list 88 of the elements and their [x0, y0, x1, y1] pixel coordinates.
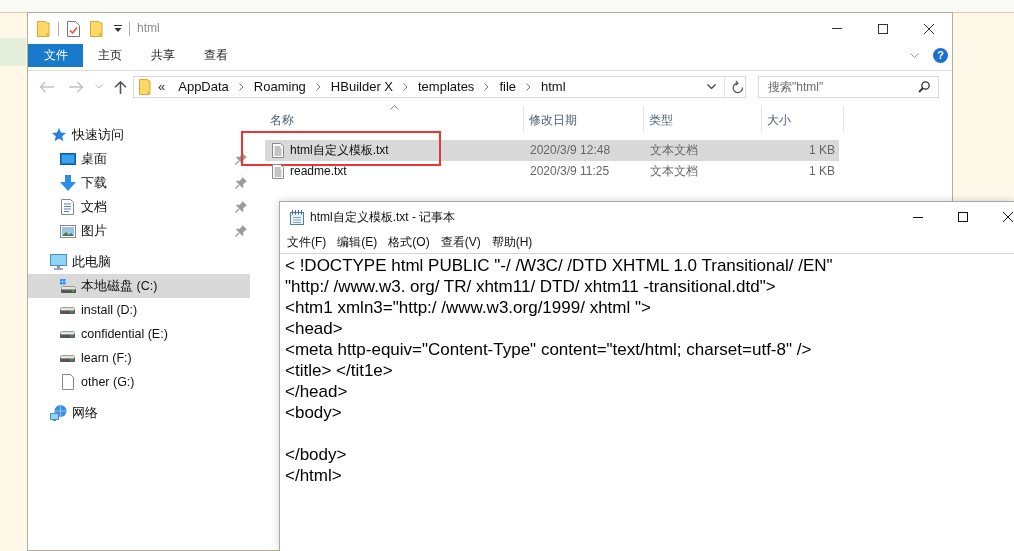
menu-item[interactable]: 格式(O): [383, 232, 435, 253]
ribbon-tab[interactable]: 查看: [189, 44, 242, 67]
ribbon-tab[interactable]: 共享: [136, 44, 189, 67]
computer-icon: [50, 254, 67, 270]
chevron-right-icon: [238, 82, 244, 91]
file-row[interactable]: readme.txt 2020/3/9 11:25 文本文档 1 KB: [265, 161, 839, 182]
document-icon: [61, 199, 74, 215]
menu-item[interactable]: 编辑(E): [332, 232, 383, 253]
nav-item[interactable]: other (G:): [28, 370, 250, 394]
properties-check-icon: [67, 20, 80, 37]
back-arrow-icon: [38, 80, 54, 93]
window-title: html自定义模板.txt - 记事本: [310, 209, 456, 225]
up-arrow-icon: [113, 79, 127, 94]
notepad-icon: [290, 209, 304, 225]
dropdown-icon: [114, 25, 122, 32]
breadcrumb[interactable]: templates: [408, 76, 485, 97]
file-row[interactable]: html自定义模板.txt 2020/3/9 12:48 文本文档 1 KB: [265, 140, 839, 161]
breadcrumb[interactable]: html: [531, 76, 576, 97]
column-header[interactable]: 类型: [644, 106, 762, 132]
text-file-icon: [272, 164, 284, 179]
document-text: < !DOCTYPE html PUBLIC "-/ /W3C/ /DTD XHTML 1.0 Transitional/ /EN" "http:/ /www.w3. org/ TR/ xhtm11/ DTD/ xhtm11 -transitional.dtd"> <htm1 xmln3="http:/ /www.w3.org/1999/ xhtml "> <head> <meta http-equiv="Content-Type" content="text/html; charset=utf-8" /> <title> </tit1e> </head> <body> </body> </html>: [285, 255, 834, 486]
nav-item[interactable]: learn (F:): [28, 346, 250, 370]
chevron-right-icon: [526, 82, 531, 91]
folder-icon: [139, 78, 151, 95]
picture-icon: [59, 224, 76, 238]
maximize-icon: [957, 212, 968, 222]
help-button[interactable]: ?: [933, 48, 948, 63]
window-title: html: [137, 21, 160, 36]
file-size: 1 KB: [808, 164, 836, 179]
address-bar[interactable]: « AppData Roaming HBuilder X templates file html: [133, 75, 746, 98]
drive-icon: [60, 354, 75, 362]
nav-item[interactable]: 图片: [28, 219, 250, 243]
ribbon-tab[interactable]: 主页: [83, 44, 136, 67]
desktop-icon: [59, 153, 76, 165]
drive-icon: [60, 330, 75, 338]
close-icon: [924, 23, 934, 34]
folder-icon: [90, 20, 103, 37]
nav-item[interactable]: 桌面: [28, 147, 250, 171]
chevron-right-icon: [315, 82, 321, 91]
menu-item[interactable]: 文件(F): [282, 232, 332, 253]
column-header[interactable]: 名称: [265, 106, 524, 132]
breadcrumb-overflow-button[interactable]: «: [151, 76, 169, 97]
close-icon: [1003, 212, 1013, 222]
star-icon: [51, 128, 66, 142]
drive-icon: [59, 279, 76, 293]
column-header[interactable]: 大小: [762, 106, 844, 132]
column-header[interactable]: 修改日期: [524, 106, 644, 132]
breadcrumb[interactable]: Roaming: [243, 76, 316, 97]
nav-item[interactable]: 此电脑: [28, 250, 250, 274]
nav-item[interactable]: 下载: [28, 171, 250, 195]
file-type: 文本文档: [649, 143, 699, 158]
drive-icon: [60, 306, 75, 314]
chevron-down-icon: [95, 84, 103, 89]
chevron-down-icon: [909, 53, 919, 58]
menu-item[interactable]: 帮助(H): [486, 232, 538, 253]
download-arrow-icon: [59, 175, 76, 191]
file-type: 文本文档: [649, 164, 699, 179]
nav-item[interactable]: 快速访问: [28, 123, 250, 147]
background-highlight-band: [0, 38, 26, 66]
menu-item[interactable]: 查看(V): [435, 232, 486, 253]
minimize-icon: [832, 28, 842, 29]
chevron-right-icon: [403, 82, 408, 91]
file-menu-button[interactable]: 文件: [28, 44, 83, 67]
nav-item[interactable]: 文档: [28, 195, 250, 219]
search-icon: [918, 80, 930, 93]
forward-arrow-icon: [68, 80, 84, 93]
file-modified-date: 2020/3/9 12:48: [529, 143, 612, 158]
minimize-icon: [912, 216, 923, 218]
file-size: 1 KB: [808, 143, 836, 158]
nav-item[interactable]: 本地磁盘 (C:): [28, 274, 250, 298]
breadcrumb[interactable]: file: [489, 76, 526, 97]
network-icon: [50, 405, 67, 421]
nav-item[interactable]: confidential (E:): [28, 322, 250, 346]
breadcrumb[interactable]: HBuilder X: [320, 76, 403, 97]
folder-icon: [37, 20, 50, 37]
file-modified-date: 2020/3/9 11:25: [529, 164, 611, 179]
chevron-down-icon: [706, 84, 716, 89]
maximize-icon: [878, 23, 888, 34]
nav-item[interactable]: install (D:): [28, 298, 250, 322]
search-field[interactable]: 搜索"html": [758, 75, 939, 98]
refresh-icon: [731, 79, 744, 94]
breadcrumb[interactable]: AppData: [168, 76, 239, 97]
file-name: readme.txt: [290, 164, 347, 179]
chevron-right-icon: [484, 82, 490, 91]
nav-item[interactable]: 网络: [28, 401, 250, 425]
file-name: html自定义模板.txt: [290, 143, 389, 158]
blank-page-icon: [61, 374, 74, 390]
text-file-icon: [272, 143, 284, 158]
